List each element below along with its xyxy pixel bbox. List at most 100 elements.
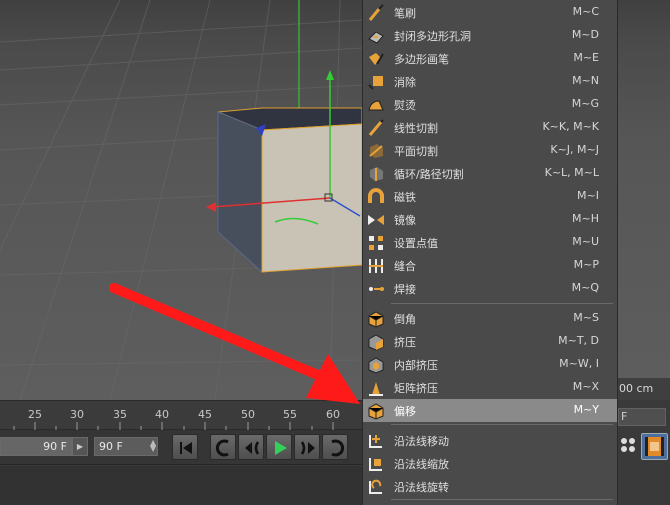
- weld-icon: [369, 287, 384, 291]
- menu-item-plane-cut[interactable]: 平面切割 K~J, M~J: [363, 139, 617, 162]
- line-cut-icon: [368, 119, 384, 136]
- menu-item-label: 倒角: [394, 313, 416, 326]
- menu-item-shortcut: M~P: [573, 258, 599, 271]
- menu-item-brush[interactable]: 笔刷 M~C: [363, 1, 617, 24]
- menu-item-close-hole[interactable]: 封闭多边形孔洞 M~D: [363, 24, 617, 47]
- preview-end-field[interactable]: 90 F: [0, 437, 72, 456]
- menu-item-set-point[interactable]: 设置点值 M~U: [363, 231, 617, 254]
- menu-item-shortcut: M~G: [571, 97, 599, 110]
- menu-item-magnet[interactable]: 磁铁 M~I: [363, 185, 617, 208]
- mesh-tools-menu: 笔刷 M~C 封闭多边形孔洞 M~D 多边形画笔 M~E 消除 M~N 熨烫 M~G 线性切割 K~K…: [362, 0, 618, 505]
- menu-item-matrix-extrude[interactable]: 矩阵挤压 M~X: [363, 376, 617, 399]
- menu-item-label: 笔刷: [394, 7, 416, 20]
- timeline-ticks: [13, 422, 334, 430]
- menu-item-shortcut: M~X: [572, 380, 599, 393]
- menu-item-label: 多边形画笔: [394, 53, 449, 66]
- menu-item-bevel[interactable]: 倒角 M~S: [363, 307, 617, 330]
- timeline-tick-label: 40: [155, 408, 169, 421]
- menu-item-label: 消除: [394, 76, 416, 89]
- timeline-tick-label: 30: [70, 408, 84, 421]
- prev-frame-button[interactable]: [238, 434, 264, 460]
- stepper-icon[interactable]: ▲ ▼: [150, 439, 156, 453]
- menu-item-shortcut: M~U: [572, 235, 599, 248]
- prev-key-button[interactable]: [210, 434, 236, 460]
- menu-item-label: 镜像: [394, 214, 416, 227]
- right-frame-field[interactable]: F: [618, 408, 666, 426]
- menu-item-label: 设置点值: [394, 237, 438, 250]
- prev-frame-icon: [245, 441, 260, 455]
- menu-item-label: 矩阵挤压: [394, 382, 438, 395]
- menu-item-label: 焊接: [394, 283, 416, 296]
- menu-item-label: 内部挤压: [394, 359, 438, 372]
- film-strip-icon[interactable]: [641, 433, 668, 460]
- go-to-start-button[interactable]: [172, 434, 198, 460]
- menu-item-label: 平面切割: [394, 145, 438, 158]
- menu-item-label: 沿法线旋转: [394, 481, 449, 494]
- menu-item-label: 熨烫: [394, 99, 416, 112]
- close-hole-icon: [368, 31, 384, 44]
- plane-cut-icon: [369, 144, 383, 158]
- timeline-tick-label: 55: [283, 408, 297, 421]
- menu-item-dissolve[interactable]: 消除 M~N: [363, 70, 617, 93]
- menu-item-line-cut[interactable]: 线性切割 K~K, M~K: [363, 116, 617, 139]
- end-frame-field[interactable]: 90 F: [94, 437, 158, 456]
- menu-item-shortcut: M~Q: [571, 281, 599, 294]
- menu-item-extrude[interactable]: 挤压 M~T, D: [363, 330, 617, 353]
- iron-icon: [368, 100, 384, 111]
- menu-item-shortcut: M~T, D: [558, 334, 599, 347]
- bevel-icon: [368, 311, 384, 328]
- loop-cut-icon: [370, 167, 383, 181]
- menu-item-label: 偏移: [394, 405, 416, 418]
- matrix-extrude-icon: [369, 382, 383, 396]
- menu-item-shortcut: K~J, M~J: [550, 143, 599, 156]
- timeline-tick-label: 25: [28, 408, 42, 421]
- timeline-tick-label: 35: [113, 408, 127, 421]
- menu-item-shortcut: M~I: [577, 189, 599, 202]
- mirror-icon: [368, 215, 384, 225]
- menu-item-shortcut: M~N: [572, 74, 599, 87]
- next-key-button[interactable]: [322, 434, 348, 460]
- menu-item-label: 循环/路径切割: [394, 168, 464, 181]
- menu-separator: [391, 303, 613, 304]
- menu-item-normal-move[interactable]: 沿法线移动: [363, 429, 617, 452]
- menu-item-normal-rotate[interactable]: 沿法线旋转: [363, 475, 617, 498]
- next-frame-button[interactable]: [294, 434, 320, 460]
- next-frame-icon: [300, 441, 315, 455]
- menu-item-label: 沿法线移动: [394, 435, 449, 448]
- menu-item-polygon-pen[interactable]: 多边形画笔 M~E: [363, 47, 617, 70]
- timeline-tick-label: 60: [326, 408, 340, 421]
- go-to-start-icon: [180, 442, 192, 454]
- cube-object: [217, 107, 363, 274]
- brush-icon: [368, 4, 384, 21]
- menu-item-stitch[interactable]: 缝合 M~P: [363, 254, 617, 277]
- record-key-icon[interactable]: [619, 436, 637, 456]
- menu-item-shortcut: K~L, M~L: [544, 166, 599, 179]
- menu-item-offset[interactable]: 偏移 M~Y: [363, 399, 617, 422]
- next-key-icon: [331, 439, 345, 457]
- menu-item-shortcut: M~E: [573, 51, 599, 64]
- timeline-tick-label: 45: [198, 408, 212, 421]
- menu-item-normal-scale[interactable]: 沿法线缩放: [363, 452, 617, 475]
- menu-item-iron[interactable]: 熨烫 M~G: [363, 93, 617, 116]
- prev-key-icon: [215, 439, 229, 457]
- polygon-pen-icon: [369, 53, 384, 65]
- menu-item-shortcut: M~Y: [573, 403, 599, 416]
- magnet-icon: [368, 188, 384, 203]
- offset-icon: [368, 403, 384, 420]
- menu-item-mirror[interactable]: 镜像 M~H: [363, 208, 617, 231]
- menu-item-weld[interactable]: 焊接 M~Q: [363, 277, 617, 300]
- extrude-icon: [368, 334, 384, 351]
- menu-item-shortcut: M~D: [571, 28, 599, 41]
- menu-item-loop-cut[interactable]: 循环/路径切割 K~L, M~L: [363, 162, 617, 185]
- menu-item-label: 封闭多边形孔洞: [394, 30, 471, 43]
- play-button[interactable]: [266, 434, 292, 460]
- field-arrow-icon[interactable]: ▶: [72, 437, 88, 456]
- menu-item-label: 挤压: [394, 336, 416, 349]
- extrude-inner-icon: [368, 357, 384, 374]
- menu-separator: [391, 499, 613, 500]
- menu-item-extrude-inner[interactable]: 内部挤压 M~W, I: [363, 353, 617, 376]
- menu-item-shortcut: M~S: [573, 311, 599, 324]
- menu-item-label: 磁铁: [394, 191, 416, 204]
- menu-item-shortcut: M~W, I: [559, 357, 599, 370]
- menu-item-shortcut: M~C: [572, 5, 599, 18]
